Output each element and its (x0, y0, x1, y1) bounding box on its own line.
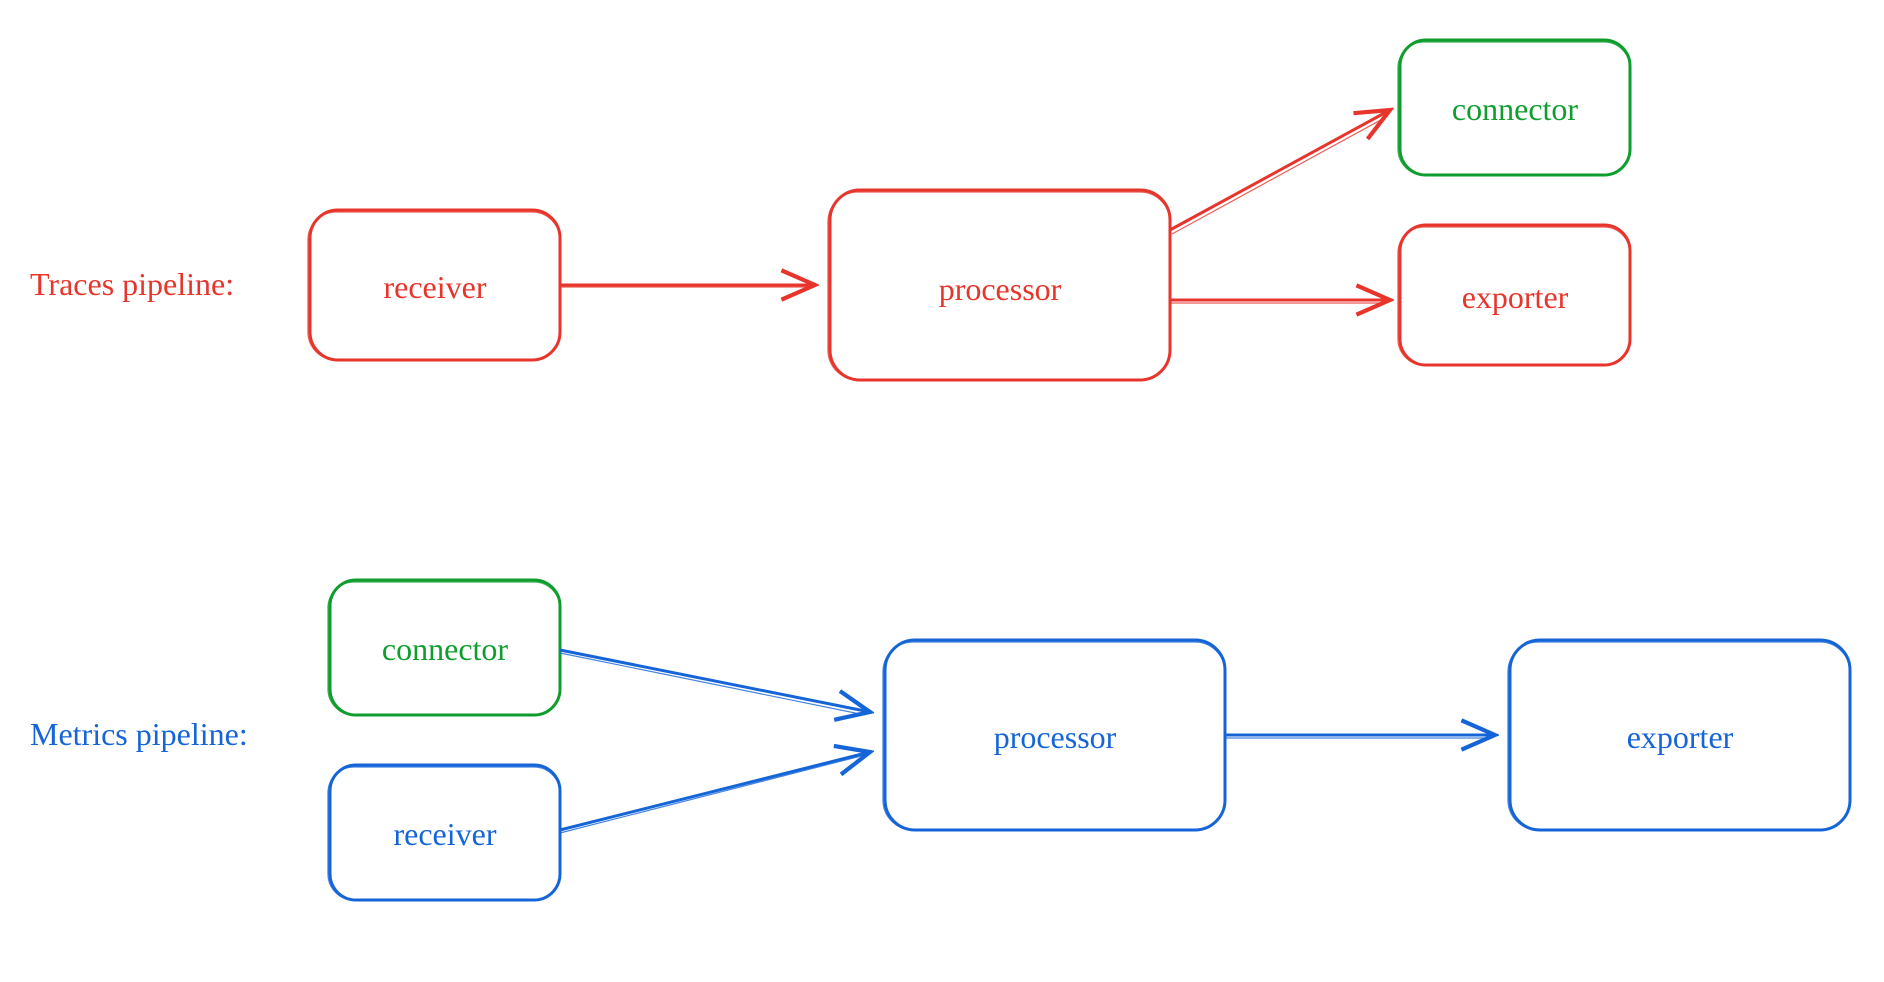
metrics-receiver-label: receiver (393, 816, 496, 852)
metrics-processor-label: processor (994, 719, 1117, 755)
traces-processor-label: processor (939, 271, 1062, 307)
metrics-title: Metrics pipeline: (30, 716, 248, 752)
traces-title: Traces pipeline: (30, 266, 234, 302)
pipeline-diagram: Traces pipeline: receiver processor conn… (0, 0, 1884, 982)
metrics-connector-label: connector (382, 631, 509, 667)
arrow-metrics-receiver-processor (560, 752, 870, 830)
metrics-exporter-label: exporter (1627, 719, 1734, 755)
arrow-traces-processor-connector (1170, 110, 1390, 230)
traces-exporter-label: exporter (1462, 279, 1569, 315)
traces-connector-label: connector (1452, 91, 1579, 127)
traces-receiver-label: receiver (383, 269, 486, 305)
arrow-metrics-connector-processor (560, 650, 870, 712)
